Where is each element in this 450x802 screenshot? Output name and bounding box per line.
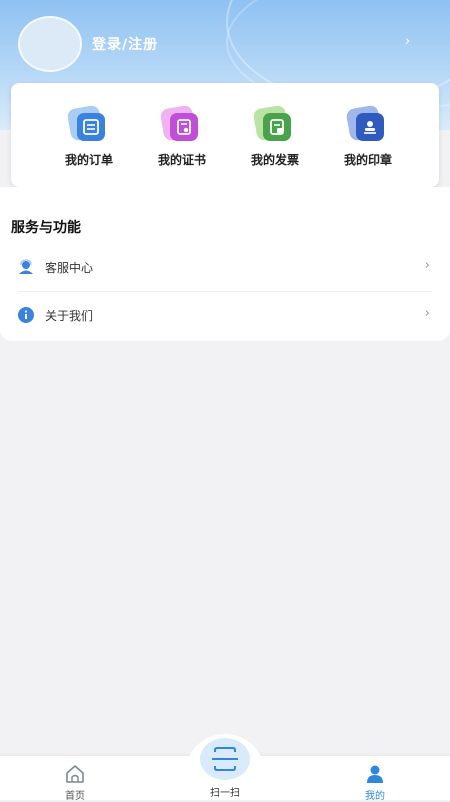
- tab-mine[interactable]: 我的: [355, 764, 395, 802]
- services-section: 服务与功能 客服中心 › 关于我们 ›: [0, 187, 450, 341]
- divider: [18, 291, 432, 292]
- about-us-item[interactable]: 关于我们 ›: [18, 295, 432, 335]
- my-certificates-button[interactable]: 我的证书: [142, 104, 222, 168]
- chevron-right-icon[interactable]: ›: [405, 34, 410, 49]
- customer-service-icon: [18, 259, 34, 275]
- my-seals-button[interactable]: 我的印章: [328, 104, 408, 168]
- scan-icon: [212, 747, 238, 771]
- section-title: 服务与功能: [11, 220, 81, 236]
- my-invoices-button[interactable]: 我的发票: [235, 104, 315, 168]
- scan-button[interactable]: [200, 738, 250, 780]
- customer-service-item[interactable]: 客服中心 ›: [18, 247, 432, 287]
- avatar[interactable]: [18, 16, 82, 72]
- quick-action-label: 我的发票: [250, 153, 299, 167]
- invoice-icon: [252, 104, 295, 143]
- quick-action-label: 我的印章: [343, 153, 392, 167]
- seal-icon: [345, 104, 388, 143]
- service-item-label: 关于我们: [45, 309, 94, 323]
- user-icon: [364, 765, 386, 787]
- info-icon: [18, 307, 34, 323]
- login-register-link[interactable]: 登录/注册: [92, 34, 158, 54]
- chevron-right-icon: ›: [424, 258, 430, 273]
- my-orders-button[interactable]: 我的订单: [49, 104, 129, 168]
- service-item-label: 客服中心: [45, 261, 94, 275]
- order-icon: [66, 104, 109, 143]
- quick-actions-card: 我的订单 我的证书 我的发票 我的印章: [11, 83, 439, 187]
- quick-action-label: 我的订单: [64, 153, 113, 167]
- tab-scan[interactable]: 扫一扫: [195, 784, 255, 799]
- tab-label: 扫一扫: [210, 788, 240, 799]
- home-icon: [64, 765, 86, 787]
- certificate-icon: [159, 104, 202, 143]
- tab-home[interactable]: 首页: [55, 764, 95, 802]
- chevron-right-icon: ›: [424, 306, 430, 321]
- quick-action-label: 我的证书: [157, 153, 206, 167]
